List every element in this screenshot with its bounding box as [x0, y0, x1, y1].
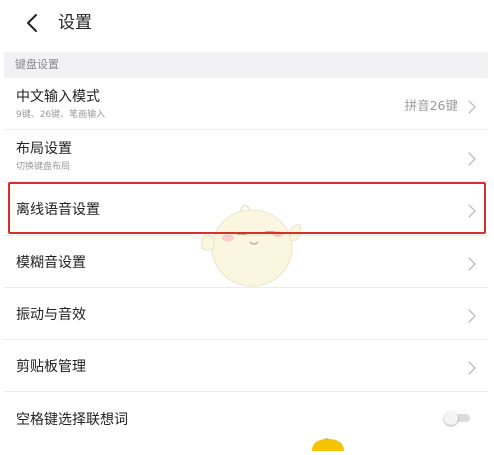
page-title: 设置: [58, 13, 92, 33]
section-header: 键盘设置: [4, 52, 488, 78]
section-title: 键盘设置: [15, 58, 59, 71]
settings-item-space-select-prediction: 空格键选择联想词: [4, 392, 488, 448]
header-bar: 设置: [0, 0, 494, 48]
row-title: 空格键选择联想词: [16, 412, 128, 428]
settings-item-offline-voice[interactable]: 离线语音设置: [4, 182, 488, 236]
row-title: 离线语音设置: [16, 202, 100, 218]
row-value: 拼音26键: [404, 98, 458, 113]
chevron-right-icon: [468, 256, 476, 271]
settings-item-chinese-input-mode[interactable]: 中文输入模式 9键、26键、笔画输入 拼音26键: [4, 78, 488, 130]
toggle-knob: [444, 411, 458, 425]
chevron-right-icon: [468, 203, 476, 218]
chevron-right-icon: [468, 360, 476, 375]
row-subtitle: 9键、26键、笔画输入: [16, 110, 106, 120]
settings-item-clipboard[interactable]: 剪贴板管理: [4, 340, 488, 392]
chevron-right-icon: [468, 151, 476, 166]
settings-item-fuzzy-pinyin[interactable]: 模糊音设置: [4, 236, 488, 288]
row-title: 模糊音设置: [16, 255, 86, 271]
chevron-right-icon: [468, 308, 476, 323]
row-title: 布局设置: [16, 141, 72, 157]
chevron-left-icon[interactable]: [22, 12, 44, 34]
settings-item-vibration-sound[interactable]: 振动与音效: [4, 288, 488, 340]
settings-item-layout[interactable]: 布局设置 切换键盘布局: [4, 130, 488, 182]
chevron-right-icon: [468, 99, 476, 114]
row-subtitle: 切换键盘布局: [16, 162, 71, 172]
row-title: 中文输入模式: [16, 89, 100, 105]
row-title: 振动与音效: [16, 307, 86, 323]
space-select-toggle[interactable]: [444, 411, 472, 425]
row-title: 剪贴板管理: [16, 359, 86, 375]
